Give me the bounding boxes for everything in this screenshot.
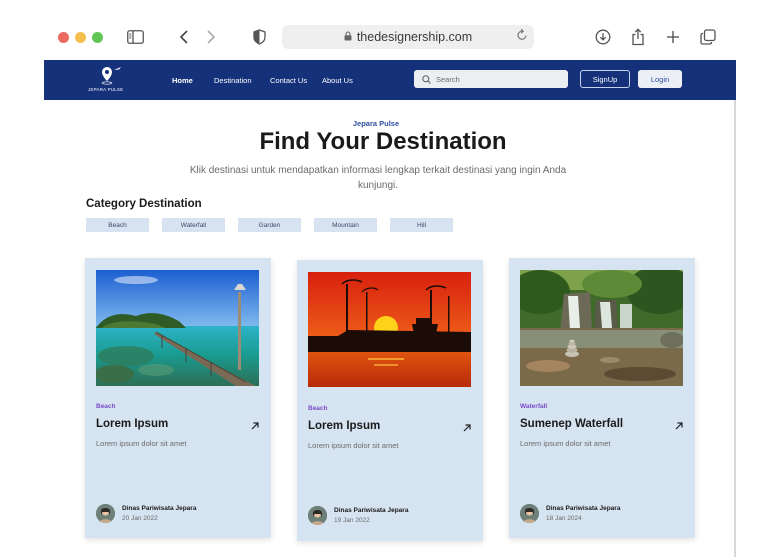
category-chip-hill[interactable]: Hill [390,218,453,232]
tab-overview-icon[interactable] [697,26,719,48]
card-category: Waterfall [520,403,548,410]
sunset-harbor-image [308,272,471,387]
card-author: Dinas Pariwisata Jepara [546,505,621,512]
card-date: 18 Jan 2024 [546,515,582,522]
hero-eyebrow: Jepara Pulse [352,119,400,128]
privacy-shield-icon[interactable] [248,26,270,48]
category-title: Category Destination [86,198,202,210]
site-navbar: JEPARA PULSE Home Destination Contact Us… [44,60,736,100]
page-title: Find Your Destination [259,128,507,155]
card-description: Lorem ipsum dolor sit amet [308,441,399,450]
browser-toolbar: thedesignership.com [44,14,736,60]
forward-icon[interactable] [200,26,222,48]
nav-contact-us[interactable]: Contact Us [270,76,307,85]
signup-button[interactable]: SignUp [580,70,630,88]
avatar [308,506,327,525]
card-author: Dinas Pariwisata Jepara [122,505,197,512]
card-date: 19 Jan 2022 [334,517,370,524]
arrow-up-right-icon[interactable] [461,421,473,433]
window-divider [734,100,736,557]
back-icon[interactable] [173,26,195,48]
category-chip-beach[interactable]: Beach [86,218,149,232]
card-description: Lorem ipsum dolor sit amet [520,439,611,448]
share-icon[interactable] [627,26,649,48]
nav-home[interactable]: Home [172,76,193,85]
lock-icon [344,30,352,44]
close-window-button[interactable] [58,32,69,43]
zoom-window-button[interactable] [92,32,103,43]
new-tab-icon[interactable] [662,26,684,48]
sidebar-toggle-icon[interactable] [124,26,146,48]
card-title[interactable]: Lorem Ipsum [308,420,380,432]
nav-about-us[interactable]: About Us [322,76,353,85]
arrow-up-right-icon[interactable] [673,419,685,431]
waterfall-image [520,270,683,386]
card-title[interactable]: Lorem Ipsum [96,418,168,430]
card-title[interactable]: Sumenep Waterfall [520,418,623,430]
category-chip-mountain[interactable]: Mountain [314,218,377,232]
card-category: Beach [308,405,328,412]
arrow-up-right-icon[interactable] [249,419,261,431]
destination-card[interactable]: Beach Lorem Ipsum Lorem ipsum dolor sit … [297,260,483,541]
card-description: Lorem ipsum dolor sit amet [96,439,187,448]
search-input[interactable]: Search [414,70,568,88]
card-author: Dinas Pariwisata Jepara [334,507,409,514]
search-icon [422,74,431,84]
category-chip-garden[interactable]: Garden [238,218,301,232]
brand-name: JEPARA PULSE [88,87,124,92]
reload-icon[interactable] [516,28,528,45]
login-button[interactable]: Login [638,70,682,88]
minimize-window-button[interactable] [75,32,86,43]
avatar [96,504,115,523]
category-chip-waterfall[interactable]: Waterfall [162,218,225,232]
url-text: thedesignership.com [356,30,473,44]
destination-card[interactable]: Beach Lorem Ipsum Lorem ipsum dolor sit … [85,258,271,538]
page-subtitle: Klik destinasi untuk mendapatkan informa… [189,165,567,191]
card-category: Beach [96,403,116,410]
address-bar[interactable]: thedesignership.com [282,25,534,49]
destination-card[interactable]: Waterfall Sumenep Waterfall Lorem ipsum … [509,258,695,538]
downloads-icon[interactable] [592,26,614,48]
card-date: 20 Jan 2022 [122,515,158,522]
avatar [520,504,539,523]
nav-destination[interactable]: Destination [214,76,252,85]
beach-pier-image [96,270,259,386]
search-placeholder: Search [436,74,460,84]
